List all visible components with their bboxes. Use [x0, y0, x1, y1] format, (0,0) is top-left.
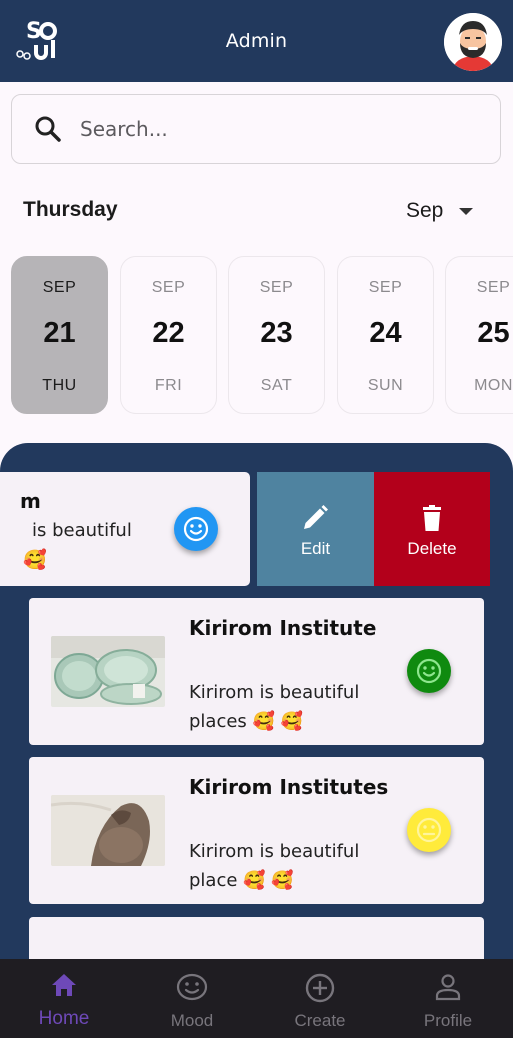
- mood-card-swiped[interactable]: m is beautiful 🥰: [0, 472, 250, 586]
- date-card[interactable]: SEP 23 SAT: [228, 256, 325, 414]
- date-month: SEP: [368, 279, 403, 296]
- date-card[interactable]: SEP 25 MON: [445, 256, 513, 414]
- add-circle-icon: [305, 973, 335, 1003]
- selected-day-label: Thursday: [23, 198, 118, 221]
- neutral-face-icon: [416, 817, 442, 843]
- mood-face-icon: [176, 973, 208, 1001]
- date-month: SEP: [259, 279, 294, 296]
- nav-create-label: Create: [294, 1011, 346, 1030]
- search-box[interactable]: [11, 94, 501, 164]
- date-card[interactable]: SEP 24 SUN: [337, 256, 434, 414]
- nav-create[interactable]: Create: [256, 959, 384, 1038]
- month-selected-value: Sep: [406, 199, 444, 222]
- delete-label: Delete: [407, 539, 457, 558]
- dropdown-caret-icon: [459, 207, 474, 215]
- mood-indicator: [174, 507, 218, 551]
- mood-indicator: [407, 808, 451, 852]
- home-icon: [52, 974, 76, 996]
- entry-thumbnail: [51, 636, 165, 707]
- app-root: S Admin Search... Thursday Sep SEP 21 TH…: [0, 0, 513, 1038]
- date-month: SEP: [476, 279, 511, 296]
- nav-home[interactable]: Home: [0, 959, 128, 1038]
- edit-label: Edit: [300, 539, 331, 558]
- nav-home-label: Home: [38, 1008, 90, 1029]
- delete-button[interactable]: Delete: [374, 472, 490, 586]
- smile-face-icon: [416, 658, 442, 684]
- date-number: 25: [477, 317, 510, 349]
- mood-list-panel: m is beautiful 🥰 Edit Delete Kirirom Ins…: [0, 443, 513, 963]
- date-number: 22: [152, 317, 185, 349]
- nav-profile-label: Profile: [423, 1011, 473, 1030]
- date-number: 24: [369, 317, 402, 349]
- person-icon: [435, 974, 461, 1001]
- app-header: S Admin: [0, 0, 513, 82]
- date-number: 21: [43, 317, 76, 349]
- entry-description: is beautiful: [32, 520, 132, 541]
- avatar[interactable]: [444, 13, 502, 71]
- search-icon: [35, 116, 61, 142]
- smile-face-icon: [183, 516, 209, 542]
- date-number: 23: [260, 317, 293, 349]
- date-weekday: THU: [42, 377, 77, 394]
- entry-title: Kirirom Institutes: [189, 775, 389, 799]
- date-month: SEP: [42, 279, 77, 296]
- entry-description: Kirirom is beautiful places 🥰 🥰: [189, 682, 360, 732]
- page-title: Admin: [225, 30, 288, 52]
- mood-card[interactable]: Kirirom Institute Kirirom is beautiful p…: [29, 598, 484, 745]
- date-weekday: SUN: [367, 377, 404, 394]
- date-weekday: FRI: [154, 377, 183, 394]
- date-card[interactable]: SEP 21 THU: [11, 256, 108, 414]
- date-month: SEP: [151, 279, 186, 296]
- date-weekday: SAT: [260, 377, 293, 394]
- mood-card[interactable]: Kirirom Institutes Kirirom is beautiful …: [29, 757, 484, 904]
- entry-description: Kirirom is beautiful place 🥰 🥰: [189, 841, 360, 891]
- entry-emoji: 🥰: [23, 549, 47, 571]
- bottom-navigation: Home Mood Create Profile: [0, 959, 513, 1038]
- nav-profile[interactable]: Profile: [384, 959, 512, 1038]
- date-card[interactable]: SEP 22 FRI: [120, 256, 217, 414]
- edit-button[interactable]: Edit: [257, 472, 374, 586]
- swiped-entry-row[interactable]: m is beautiful 🥰 Edit Delete: [0, 472, 513, 586]
- nav-mood[interactable]: Mood: [128, 959, 256, 1038]
- trash-icon: [423, 505, 441, 531]
- month-dropdown[interactable]: Sep: [406, 196, 486, 226]
- mood-indicator: [407, 649, 451, 693]
- entry-title: m: [20, 489, 41, 513]
- entry-title: Kirirom Institute: [189, 616, 377, 640]
- date-strip[interactable]: SEP 21 THU SEP 22 FRI SEP 23 SAT SEP 24 …: [11, 256, 513, 414]
- mood-card[interactable]: [29, 917, 484, 963]
- date-weekday: MON: [474, 377, 513, 394]
- entry-thumbnail: [51, 795, 165, 866]
- search-input[interactable]: [80, 95, 480, 162]
- pencil-icon: [304, 505, 328, 529]
- nav-mood-label: Mood: [170, 1011, 214, 1030]
